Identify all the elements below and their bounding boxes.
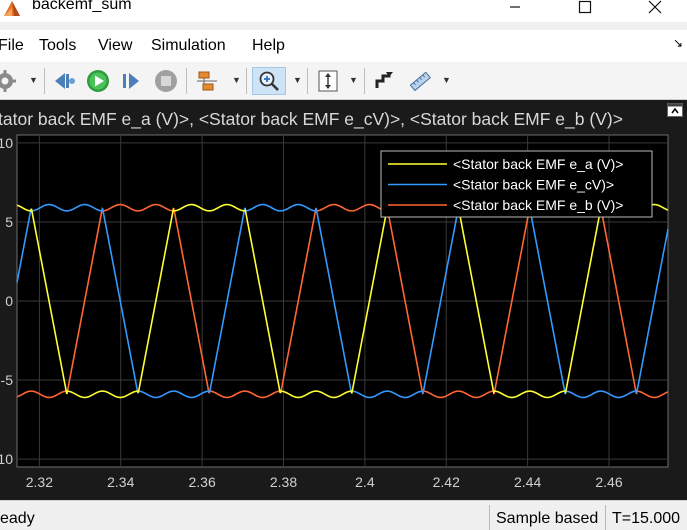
simulation-time-label: T=15.000 [605, 505, 687, 530]
x-tick-label: 2.32 [26, 474, 53, 490]
legend-label: <Stator back EMF e_a (V)> [453, 156, 623, 172]
close-button[interactable] [632, 0, 678, 22]
zoom-in-button[interactable] [252, 67, 286, 95]
signal-tools-icon [197, 71, 217, 91]
step-back-button[interactable] [52, 67, 78, 95]
style-icon [375, 72, 393, 88]
menu-overflow-icon[interactable]: ↘ [673, 36, 683, 50]
autoscale-button[interactable] [314, 67, 342, 95]
y-tick-label: 10 [0, 135, 13, 151]
signal-tools-dropdown-icon[interactable]: ▼ [232, 75, 241, 85]
x-tick-label: 2.44 [514, 474, 541, 490]
measurement-icon [409, 71, 431, 92]
signal-tools-button[interactable] [194, 67, 220, 95]
measurement-dropdown-icon[interactable]: ▼ [442, 75, 451, 85]
x-tick-label: 2.34 [107, 474, 134, 490]
run-icon [87, 70, 109, 92]
step-forward-icon [123, 73, 139, 89]
style-button[interactable] [372, 67, 398, 95]
menu-help[interactable]: Help [252, 37, 285, 55]
settings-dropdown-icon[interactable]: ▼ [29, 75, 38, 85]
step-back-icon [55, 73, 75, 89]
app-icon [4, 1, 20, 16]
toolbar-separator [246, 68, 247, 94]
legend-label: <Stator back EMF e_cV)> [453, 177, 614, 193]
zoom-in-icon [259, 71, 279, 91]
status-text: eady [0, 510, 35, 527]
stop-button[interactable] [152, 67, 180, 95]
minimize-icon [510, 6, 520, 8]
x-tick-label: 2.38 [270, 474, 297, 490]
sample-mode-label: Sample based [489, 505, 605, 530]
toolbar-separator [364, 68, 365, 94]
run-button[interactable] [84, 67, 112, 95]
toolbar: ▼ ▼ ▼ ▼ ▼ [0, 62, 687, 100]
stop-icon [155, 70, 177, 92]
menu-file[interactable]: File [0, 37, 24, 55]
y-tick-label: 0 [5, 293, 13, 309]
measurement-button[interactable] [406, 67, 434, 95]
title-bar: backemf_sum [0, 0, 687, 22]
scope-display: tator back EMF e_a (V)>, <Stator back EM… [0, 100, 687, 500]
settings-icon [0, 70, 16, 92]
x-tick-label: 2.36 [189, 474, 216, 490]
x-tick-label: 2.46 [595, 474, 622, 490]
y-tick-label: -10 [0, 451, 13, 467]
maximize-icon [578, 0, 592, 14]
x-tick-label: 2.4 [355, 474, 375, 490]
menu-simulation[interactable]: Simulation [151, 37, 226, 55]
close-icon [648, 0, 662, 14]
toolbar-separator [307, 68, 308, 94]
toolbar-separator [186, 68, 187, 94]
chart: 2.32 2.34 2.36 2.38 2.4 2.42 2.44 2.46 10 5 0 -5 -10… [0, 134, 669, 490]
settings-button[interactable] [0, 67, 18, 95]
x-tick-label: 2.42 [433, 474, 460, 490]
autoscale-icon [318, 70, 338, 92]
zoom-dropdown-icon[interactable]: ▼ [293, 75, 302, 85]
step-forward-button[interactable] [118, 67, 144, 95]
maximize-button[interactable] [562, 0, 608, 22]
legend-label: <Stator back EMF e_b (V)> [453, 197, 623, 213]
autoscale-dropdown-icon[interactable]: ▼ [349, 75, 358, 85]
status-bar: eady Sample based T=15.000 [0, 500, 687, 530]
menu-tools[interactable]: Tools [39, 37, 76, 55]
menu-bar: File Tools View Simulation Help ↘ [0, 30, 687, 62]
y-tick-label: 5 [5, 214, 13, 230]
minimize-button[interactable] [492, 0, 538, 22]
y-tick-label: -5 [1, 372, 14, 388]
menu-view[interactable]: View [98, 37, 132, 55]
toolbar-separator [44, 68, 45, 94]
window-title: backemf_sum [32, 0, 132, 13]
